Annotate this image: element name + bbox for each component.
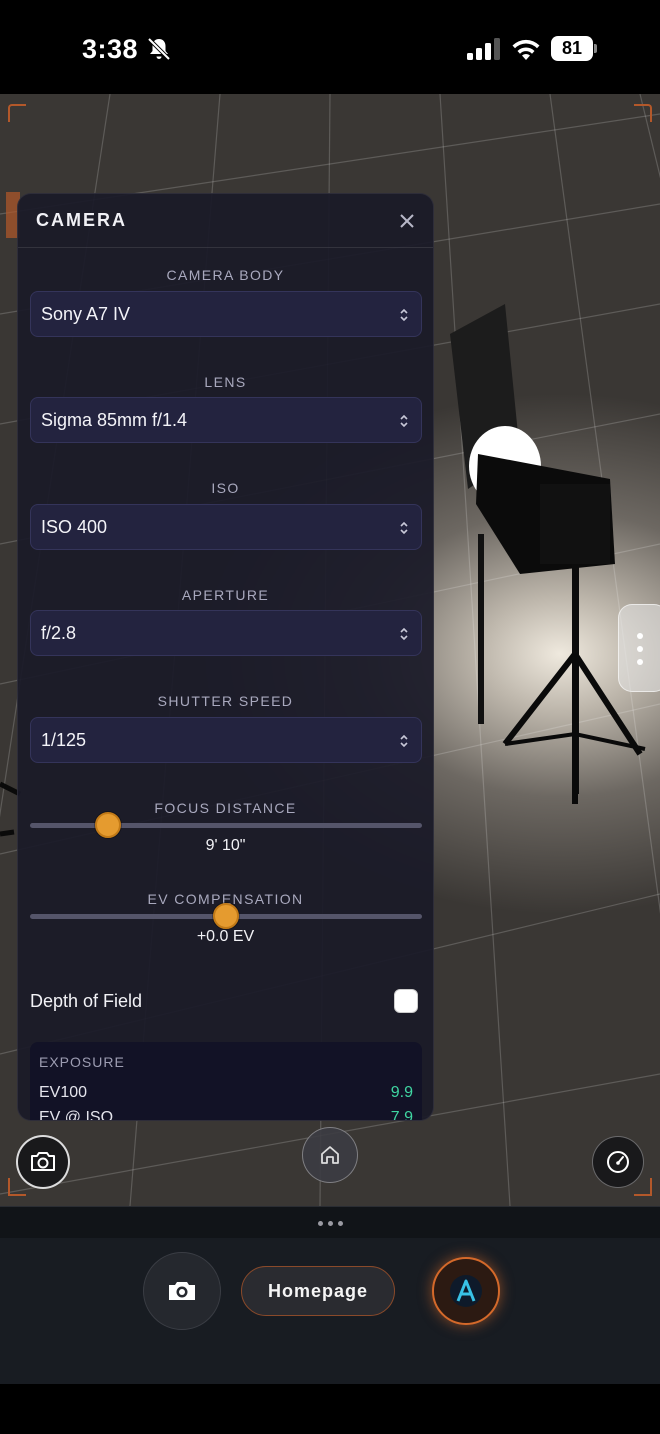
panel-title: CAMERA [36,210,127,230]
app-logo-button[interactable] [432,1257,500,1325]
speed-gauge-button[interactable] [592,1136,644,1188]
chevron-up-down-icon [400,521,408,535]
camera-button[interactable] [143,1252,221,1330]
home-view-button[interactable] [302,1127,358,1183]
close-icon[interactable] [397,211,417,231]
exposure-row-value: 7.9 [390,1109,413,1121]
shutter-speed-select[interactable]: 1/125 [30,717,422,763]
shutter-speed-value: 1/125 [41,729,87,750]
ev-compensation-value: +0.0 EV [196,928,255,945]
exposure-row-value: 9.9 [390,1084,413,1101]
aperture-label: APERTURE [181,587,270,603]
panel-header: CAMERA [18,194,433,248]
frame-corner [8,104,26,122]
home-icon [321,1146,339,1164]
aperture-select[interactable]: f/2.8 [30,610,422,656]
focus-distance-thumb[interactable] [95,812,122,838]
status-bar: 3:38 81 [0,0,660,94]
home-indicator-area [0,1384,660,1434]
exposure-row-label: EV @ ISO [39,1109,114,1121]
shutter-speed-label: SHUTTER SPEED [157,693,294,709]
chevron-up-down-icon [400,414,408,428]
focus-distance-slider[interactable] [30,812,422,838]
depth-of-field-label: Depth of Field [30,991,143,1011]
ev-compensation-slider[interactable] [30,903,422,929]
focus-distance-value: 9' 10" [205,837,246,854]
camera-icon [169,1282,195,1300]
drawer-drag-handle[interactable] [0,1206,660,1238]
camera-panel: CAMERA CAMERA BODY Sony A7 IV LENS Sigma… [17,193,434,1121]
lens-label: LENS [204,374,247,390]
camera-body-select[interactable]: Sony A7 IV [30,291,422,337]
ev-compensation-thumb[interactable] [213,903,239,929]
exposure-title: EXPOSURE [39,1054,125,1070]
focus-distance-label: FOCUS DISTANCE [154,800,297,816]
signal-icon [467,38,500,60]
exposure-row: EV @ ISO 7.9 [39,1109,413,1121]
chevron-up-down-icon [400,308,408,322]
camera-view-button[interactable] [16,1135,70,1189]
exposure-row-label: EV100 [39,1084,88,1101]
camera-icon [31,1152,55,1171]
depth-of-field-checkbox[interactable] [394,989,418,1013]
lens-value: Sigma 85mm f/1.4 [41,409,188,430]
iso-select[interactable]: ISO 400 [30,504,422,550]
iso-label: ISO [211,480,240,496]
app-logo-icon [450,1275,482,1307]
side-panel-handle[interactable] [618,604,660,692]
bell-slash-icon [147,37,171,61]
homepage-button[interactable]: Homepage [241,1266,395,1316]
lens-select[interactable]: Sigma 85mm f/1.4 [30,397,422,443]
exposure-section: EXPOSURE EV100 9.9 EV @ ISO 7.9 [30,1042,422,1121]
frame-corner [634,104,652,122]
chevron-up-down-icon [400,627,408,641]
camera-body-value: Sony A7 IV [41,303,131,324]
frame-corner [634,1178,652,1196]
exposure-row: EV100 9.9 [39,1084,413,1102]
aperture-value: f/2.8 [41,622,77,643]
camera-body-label: CAMERA BODY [166,267,285,283]
more-dots-icon [318,1221,344,1227]
battery-icon: 81 [551,36,597,61]
gauge-icon [607,1151,629,1173]
battery-level: 81 [551,36,593,61]
iso-value: ISO 400 [41,516,108,537]
wifi-icon [512,39,540,60]
status-time: 3:38 [82,34,139,64]
chevron-up-down-icon [400,734,408,748]
